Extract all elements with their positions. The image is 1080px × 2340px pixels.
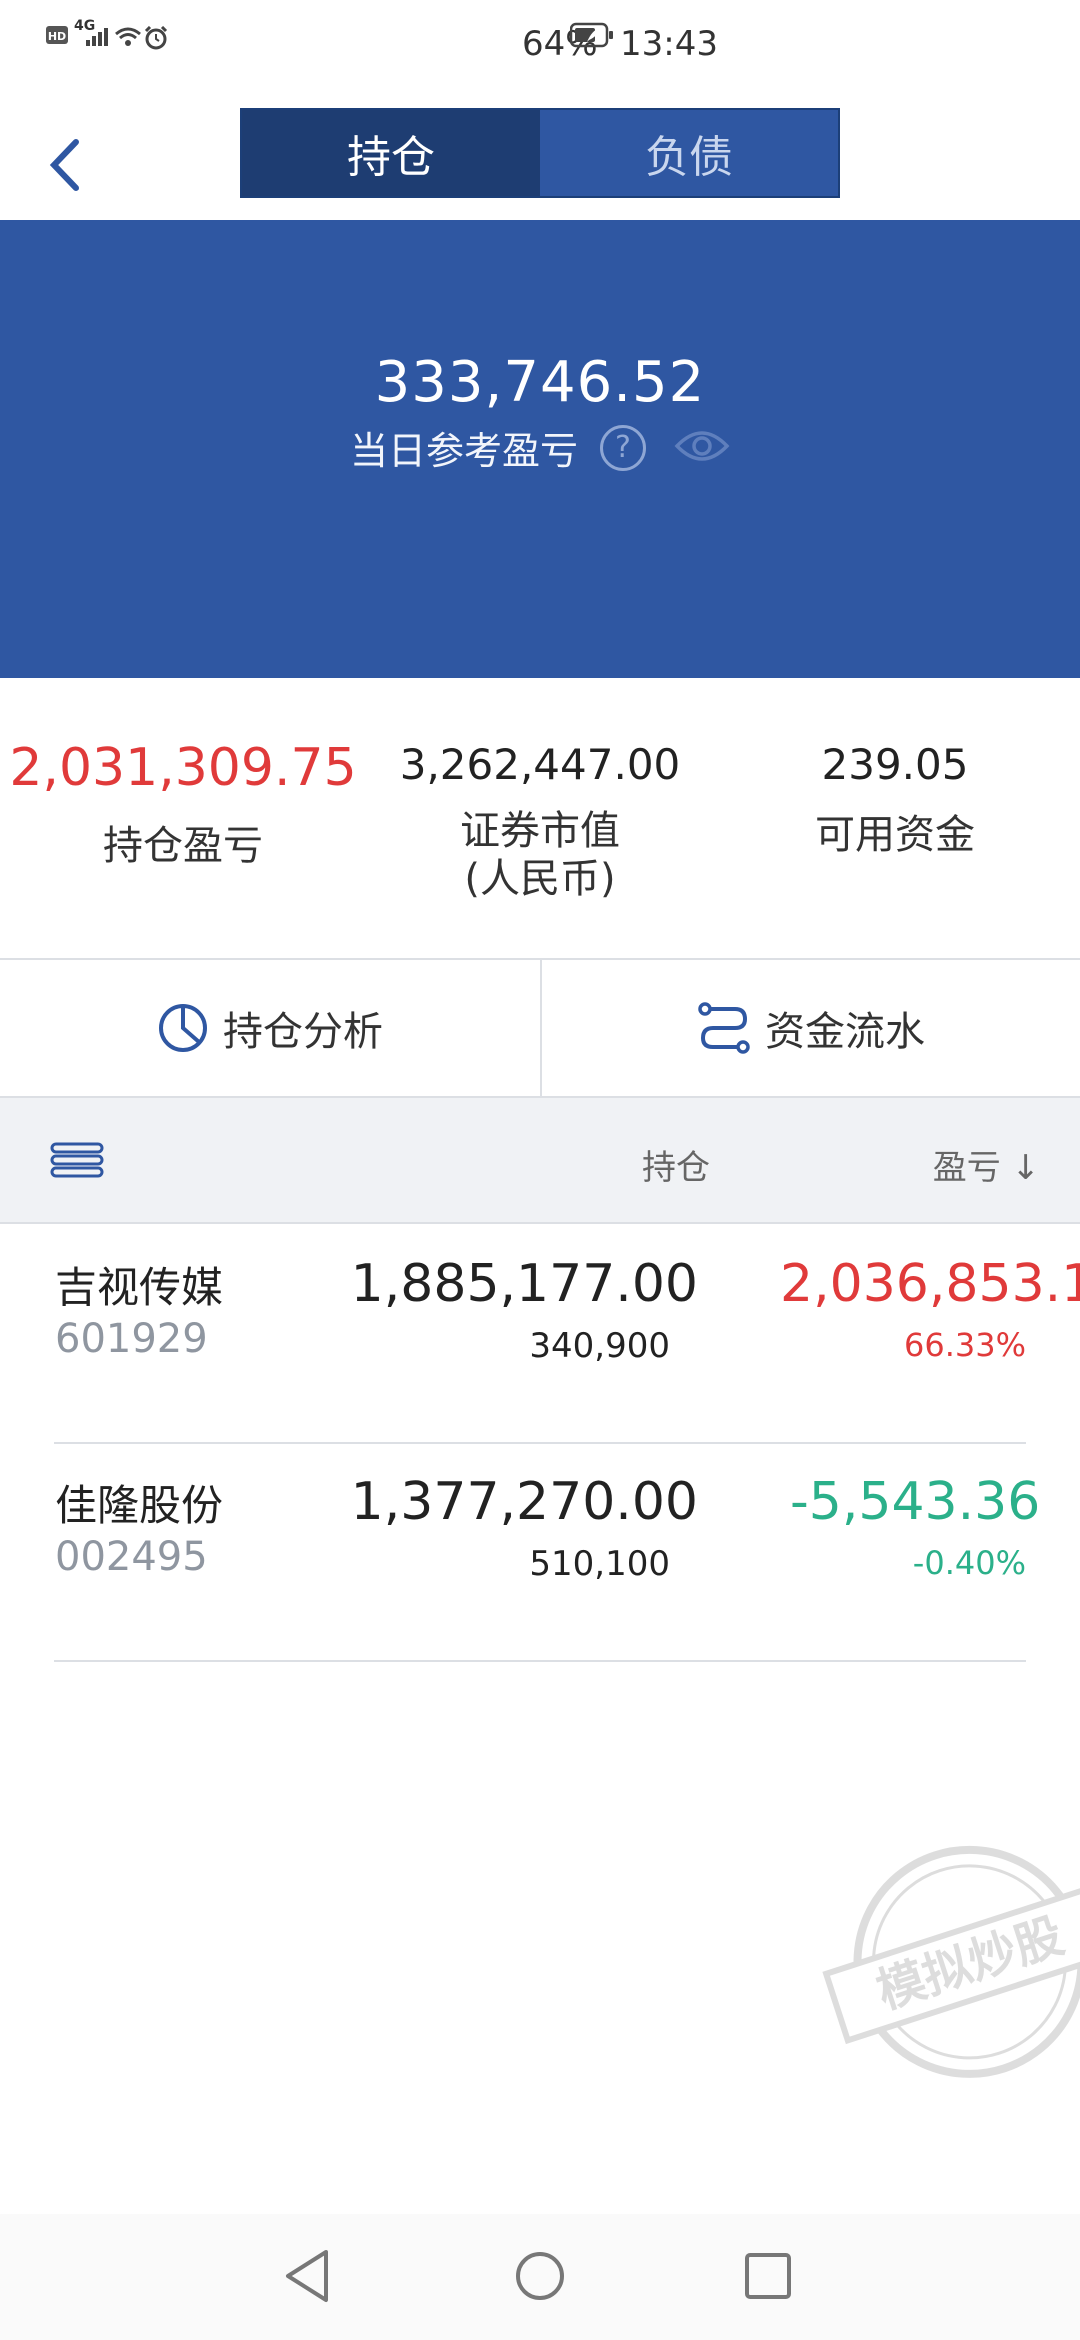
- table-row[interactable]: 佳隆股份 002495 1,377,270.00 510,100 -5,543.…: [0, 1444, 1080, 1662]
- square-recents-icon: [745, 2253, 791, 2299]
- chevron-left-icon: [49, 139, 79, 191]
- quantity: 510,100: [529, 1544, 670, 1584]
- table-row[interactable]: 吉视传媒 601929 1,885,177.00 340,900 2,036,8…: [0, 1226, 1080, 1444]
- stat-value: 3,262,447.00: [399, 740, 681, 789]
- stat-label: 持仓盈亏: [103, 823, 263, 869]
- stock-code: 601929: [55, 1316, 208, 1362]
- stat-value: 239.05: [821, 740, 969, 789]
- battery-icon: [569, 22, 614, 52]
- pl-percent: -0.40%: [912, 1544, 1026, 1582]
- triangle-back-icon: [286, 2250, 328, 2302]
- tab-liabilities[interactable]: 负债: [540, 110, 838, 196]
- help-icon[interactable]: ?: [600, 424, 646, 471]
- stock-name: 佳隆股份: [55, 1481, 224, 1530]
- status-bar: HD 4G 64% 13:43: [0, 0, 1080, 90]
- stat-label: 可用资金: [815, 812, 975, 858]
- market-value: 1,885,177.00: [350, 1254, 698, 1314]
- menu-icon[interactable]: [50, 1142, 104, 1182]
- flow-icon: [698, 1002, 750, 1054]
- signal-icon: [86, 26, 112, 50]
- daily-pl-summary: 333,746.52 当日参考盈亏 ?: [0, 220, 1080, 678]
- stat-holding-pl: 2,031,309.75 持仓盈亏: [0, 738, 366, 870]
- column-header-holdings[interactable]: 持仓: [560, 1140, 710, 1189]
- stat-label-currency: (人民币): [464, 856, 616, 902]
- column-header-pl-sort[interactable]: 盈亏 ↓: [900, 1140, 1040, 1189]
- stock-code: 002495: [55, 1534, 208, 1580]
- fund-flow-label: 资金流水: [765, 1009, 925, 1055]
- system-navigation-bar: [0, 2214, 1080, 2340]
- fund-flow-button[interactable]: 资金流水: [542, 960, 1080, 1096]
- quantity: 340,900: [529, 1326, 670, 1366]
- stock-name: 吉视传媒: [55, 1263, 224, 1312]
- account-stats: 2,031,309.75 持仓盈亏 3,262,447.00 证券市值 (人民币…: [0, 678, 1080, 960]
- holding-analysis-button[interactable]: 持仓分析: [0, 960, 540, 1096]
- hd-icon: HD: [46, 26, 68, 48]
- recents-nav-button[interactable]: [744, 2252, 792, 2304]
- circle-home-icon: [516, 2252, 564, 2300]
- svg-text:HD: HD: [48, 30, 66, 43]
- stat-label: 证券市值: [460, 808, 620, 854]
- divider: [54, 1660, 1026, 1662]
- clock: 13:43: [620, 24, 718, 64]
- alarm-icon: [144, 25, 168, 54]
- stat-value: 2,031,309.75: [9, 738, 357, 798]
- eye-icon[interactable]: [674, 426, 730, 470]
- daily-pl-value: 333,746.52: [374, 350, 706, 415]
- home-nav-button[interactable]: [514, 2250, 566, 2306]
- simulated-trading-stamp: 模拟炒股: [820, 1840, 1080, 2090]
- daily-pl-label-row: 当日参考盈亏 ?: [0, 420, 1080, 475]
- tab-holdings[interactable]: 持仓: [242, 110, 540, 196]
- divider: [540, 960, 542, 1096]
- back-button[interactable]: [40, 130, 90, 200]
- holding-analysis-label: 持仓分析: [223, 1009, 383, 1055]
- pl-percent: 66.33%: [903, 1326, 1026, 1364]
- pl-value: -5,543.36: [790, 1472, 1040, 1532]
- daily-pl-label: 当日参考盈亏: [349, 429, 578, 473]
- market-value: 1,377,270.00: [350, 1472, 698, 1532]
- tab-switcher: 持仓 负债: [240, 108, 840, 198]
- pl-value: 2,036,853.1: [780, 1254, 1080, 1314]
- stat-available-funds: 239.05 可用资金: [730, 740, 1060, 859]
- back-nav-button[interactable]: [282, 2248, 332, 2308]
- stat-market-value: 3,262,447.00 证券市值 (人民币): [360, 740, 720, 903]
- top-nav: 持仓 负债: [0, 90, 1080, 220]
- pie-chart-icon: [159, 1004, 207, 1052]
- wifi-icon: [114, 26, 142, 52]
- table-header: 持仓 盈亏 ↓: [0, 1096, 1080, 1224]
